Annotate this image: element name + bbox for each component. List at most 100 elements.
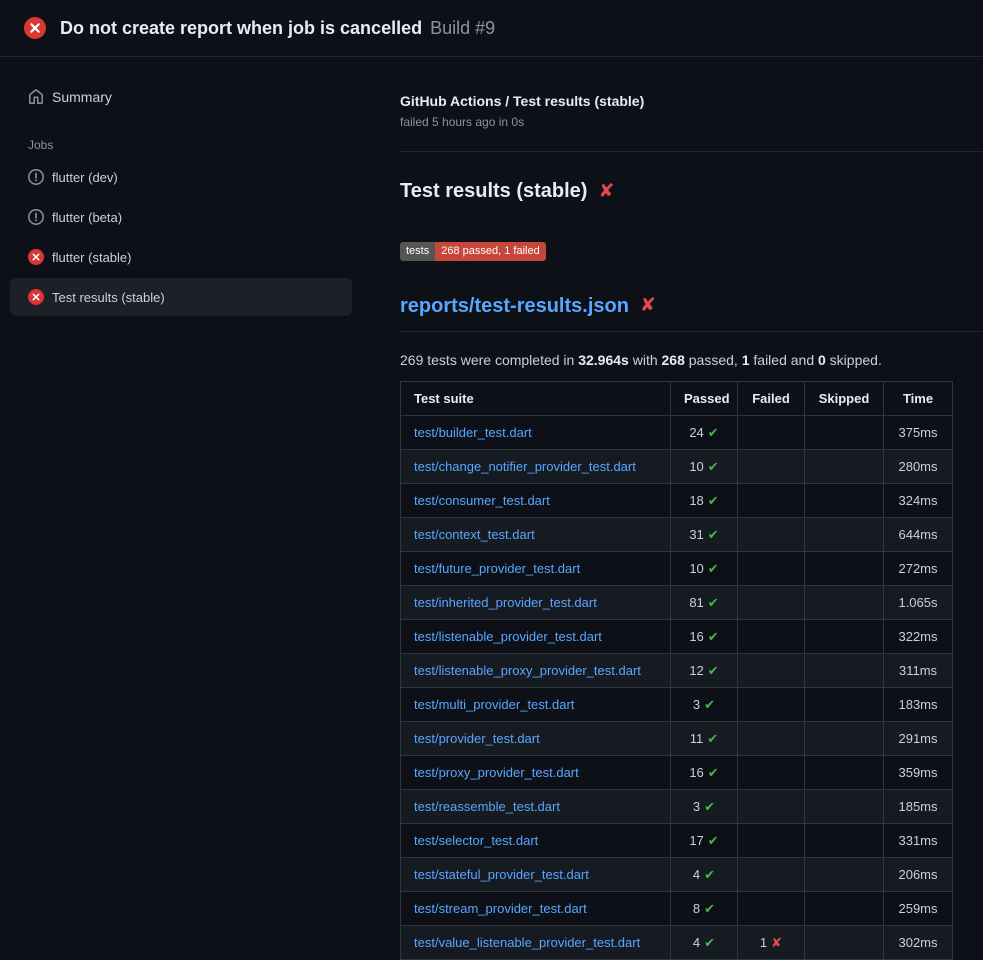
failed-cell bbox=[738, 483, 805, 517]
test-suite-link[interactable]: test/consumer_test.dart bbox=[414, 493, 550, 508]
home-icon bbox=[28, 89, 44, 105]
check-icon: ✔ bbox=[708, 561, 719, 576]
skipped-cell bbox=[805, 755, 884, 789]
test-suite-cell: test/change_notifier_provider_test.dart bbox=[401, 449, 671, 483]
table-row: test/value_listenable_provider_test.dart… bbox=[401, 925, 953, 959]
check-icon: ✔ bbox=[708, 663, 719, 678]
failed-cell bbox=[738, 551, 805, 585]
results-table: Test suitePassedFailedSkippedTime test/b… bbox=[400, 381, 953, 960]
failed-cell bbox=[738, 891, 805, 925]
check-icon: ✔ bbox=[704, 901, 715, 916]
failed-x-icon: ✘ bbox=[598, 182, 614, 201]
sidebar-job-item[interactable]: flutter (dev) bbox=[10, 158, 352, 196]
test-suite-cell: test/stateful_provider_test.dart bbox=[401, 857, 671, 891]
time-cell: 322ms bbox=[884, 619, 953, 653]
table-row: test/context_test.dart 31✔ 644ms bbox=[401, 517, 953, 551]
test-suite-link[interactable]: test/reassemble_test.dart bbox=[414, 799, 560, 814]
test-suite-link[interactable]: test/selector_test.dart bbox=[414, 833, 538, 848]
skipped-cell bbox=[805, 925, 884, 959]
time-cell: 185ms bbox=[884, 789, 953, 823]
table-row: test/selector_test.dart 17✔ 331ms bbox=[401, 823, 953, 857]
check-icon: ✔ bbox=[708, 493, 719, 508]
passed-cell: 4✔ bbox=[671, 925, 738, 959]
failed-cell bbox=[738, 517, 805, 551]
test-suite-link[interactable]: test/stream_provider_test.dart bbox=[414, 901, 587, 916]
failed-cell bbox=[738, 755, 805, 789]
passed-cell: 3✔ bbox=[671, 687, 738, 721]
summary-duration: 32.964s bbox=[578, 352, 629, 368]
time-cell: 644ms bbox=[884, 517, 953, 551]
test-suite-link[interactable]: test/listenable_proxy_provider_test.dart bbox=[414, 663, 641, 678]
summary-failed-count: 1 bbox=[742, 352, 750, 368]
skipped-cell bbox=[805, 517, 884, 551]
check-icon: ✔ bbox=[707, 731, 718, 746]
test-suite-cell: test/listenable_provider_test.dart bbox=[401, 619, 671, 653]
test-suite-link[interactable]: test/stateful_provider_test.dart bbox=[414, 867, 589, 882]
test-suite-link[interactable]: test/value_listenable_provider_test.dart bbox=[414, 935, 640, 950]
column-header: Skipped bbox=[805, 381, 884, 415]
skipped-cell bbox=[805, 619, 884, 653]
skipped-cell bbox=[805, 891, 884, 925]
test-suite-link[interactable]: test/builder_test.dart bbox=[414, 425, 532, 440]
skipped-cell bbox=[805, 687, 884, 721]
skipped-cell bbox=[805, 857, 884, 891]
passed-cell: 18✔ bbox=[671, 483, 738, 517]
failed-x-icon: ✘ bbox=[640, 296, 656, 315]
sidebar-job-item[interactable]: flutter (stable) bbox=[10, 238, 352, 276]
failed-cell bbox=[738, 653, 805, 687]
sidebar-item-summary[interactable]: Summary bbox=[10, 80, 352, 114]
test-suite-cell: test/stream_provider_test.dart bbox=[401, 891, 671, 925]
passed-cell: 4✔ bbox=[671, 857, 738, 891]
skipped-cell bbox=[805, 449, 884, 483]
results-table-head-row: Test suitePassedFailedSkippedTime bbox=[401, 381, 953, 415]
failed-cell bbox=[738, 585, 805, 619]
check-icon: ✔ bbox=[708, 425, 719, 440]
check-icon: ✔ bbox=[704, 935, 715, 950]
test-suite-link[interactable]: test/listenable_provider_test.dart bbox=[414, 629, 602, 644]
sidebar-job-label: flutter (stable) bbox=[52, 250, 131, 265]
breadcrumb: GitHub Actions / Test results (stable) bbox=[400, 93, 983, 109]
skipped-cell bbox=[805, 653, 884, 687]
report-heading: reports/test-results.json ✘ bbox=[400, 294, 983, 332]
passed-cell: 10✔ bbox=[671, 449, 738, 483]
section-title: Test results (stable) bbox=[400, 179, 587, 203]
test-suite-link[interactable]: test/provider_test.dart bbox=[414, 731, 540, 746]
table-row: test/listenable_proxy_provider_test.dart… bbox=[401, 653, 953, 687]
time-cell: 272ms bbox=[884, 551, 953, 585]
test-suite-cell: test/consumer_test.dart bbox=[401, 483, 671, 517]
column-header: Test suite bbox=[401, 381, 671, 415]
report-file-link[interactable]: reports/test-results.json bbox=[400, 294, 629, 318]
run-status-line: failed 5 hours ago in 0s bbox=[400, 115, 983, 129]
time-cell: 206ms bbox=[884, 857, 953, 891]
time-cell: 331ms bbox=[884, 823, 953, 857]
sidebar-summary-label: Summary bbox=[52, 89, 112, 105]
table-row: test/future_provider_test.dart 10✔ 272ms bbox=[401, 551, 953, 585]
test-suite-link[interactable]: test/change_notifier_provider_test.dart bbox=[414, 459, 636, 474]
test-suite-cell: test/value_listenable_provider_test.dart bbox=[401, 925, 671, 959]
test-suite-cell: test/provider_test.dart bbox=[401, 721, 671, 755]
time-cell: 311ms bbox=[884, 653, 953, 687]
test-suite-link[interactable]: test/proxy_provider_test.dart bbox=[414, 765, 579, 780]
sidebar-job-item[interactable]: Test results (stable) bbox=[10, 278, 352, 316]
table-row: test/multi_provider_test.dart 3✔ 183ms bbox=[401, 687, 953, 721]
section-heading: Test results (stable) ✘ bbox=[400, 179, 983, 203]
column-header: Passed bbox=[671, 381, 738, 415]
passed-cell: 24✔ bbox=[671, 415, 738, 449]
test-suite-link[interactable]: test/future_provider_test.dart bbox=[414, 561, 580, 576]
failed-cell bbox=[738, 415, 805, 449]
skipped-cell bbox=[805, 585, 884, 619]
passed-cell: 3✔ bbox=[671, 789, 738, 823]
table-row: test/inherited_provider_test.dart 81✔ 1.… bbox=[401, 585, 953, 619]
sidebar-job-item[interactable]: flutter (beta) bbox=[10, 198, 352, 236]
check-icon: ✔ bbox=[708, 459, 719, 474]
results-table-body: test/builder_test.dart 24✔ 375ms test/ch… bbox=[401, 415, 953, 959]
test-suite-link[interactable]: test/context_test.dart bbox=[414, 527, 535, 542]
check-icon: ✔ bbox=[708, 765, 719, 780]
test-suite-link[interactable]: test/inherited_provider_test.dart bbox=[414, 595, 597, 610]
table-row: test/consumer_test.dart 18✔ 324ms bbox=[401, 483, 953, 517]
divider bbox=[400, 151, 983, 152]
skipped-cell bbox=[805, 483, 884, 517]
test-suite-link[interactable]: test/multi_provider_test.dart bbox=[414, 697, 574, 712]
time-cell: 324ms bbox=[884, 483, 953, 517]
time-cell: 302ms bbox=[884, 925, 953, 959]
